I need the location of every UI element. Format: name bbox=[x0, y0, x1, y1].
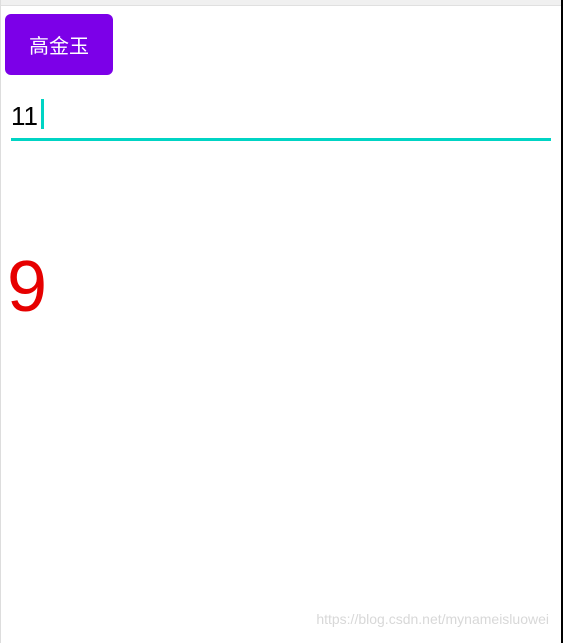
name-button[interactable]: 高金玉 bbox=[5, 14, 113, 75]
number-input[interactable] bbox=[11, 95, 551, 141]
watermark-text: https://blog.csdn.net/mynameisluowei bbox=[316, 611, 549, 627]
top-bar bbox=[1, 0, 561, 6]
input-container bbox=[11, 95, 551, 141]
display-number: 9 bbox=[7, 251, 561, 323]
text-cursor bbox=[41, 99, 44, 129]
